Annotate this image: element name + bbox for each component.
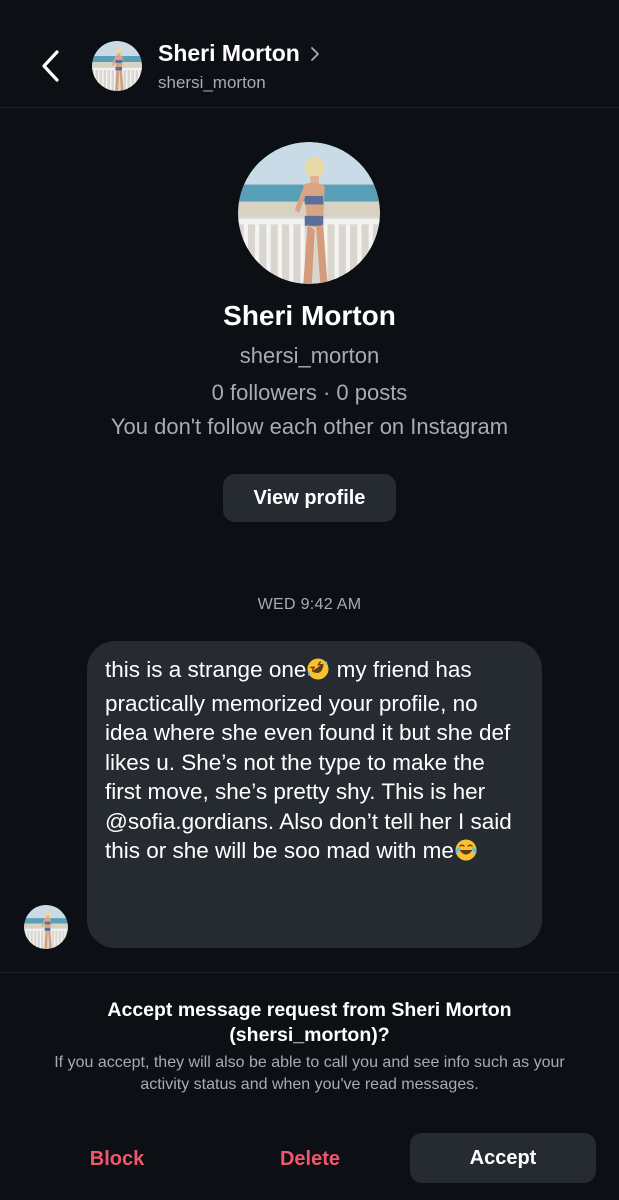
chevron-right-icon bbox=[310, 46, 319, 61]
sender-avatar[interactable] bbox=[24, 905, 68, 949]
footer-divider bbox=[0, 972, 619, 973]
follow-status: You don't follow each other on Instagram bbox=[110, 414, 509, 439]
request-description: If you accept, they will also be able to… bbox=[54, 1054, 565, 1093]
chevron-left-icon bbox=[42, 50, 59, 82]
header-username: shersi_morton bbox=[158, 73, 266, 92]
profile-name: Sheri Morton bbox=[223, 300, 396, 331]
view-profile-button[interactable]: View profile bbox=[223, 474, 396, 522]
back-button[interactable] bbox=[30, 44, 70, 88]
block-button[interactable]: Block bbox=[52, 1136, 182, 1182]
message-text: this is a strange one my friend has prac… bbox=[105, 655, 524, 870]
message-text-part1: this is a strange one bbox=[105, 657, 307, 682]
header-avatar[interactable] bbox=[92, 41, 142, 91]
tears-of-joy-emoji-icon bbox=[454, 838, 478, 870]
header-profile-link[interactable]: Sheri Morton bbox=[158, 40, 320, 67]
accept-button[interactable]: Accept bbox=[410, 1133, 596, 1183]
header-name: Sheri Morton bbox=[158, 40, 300, 66]
delete-button[interactable]: Delete bbox=[245, 1136, 375, 1182]
rolling-on-floor-laughing-emoji-icon bbox=[306, 657, 330, 689]
profile-avatar[interactable] bbox=[238, 142, 380, 284]
profile-username: shersi_morton bbox=[239, 343, 380, 368]
profile-stats: 0 followers · 0 posts bbox=[211, 380, 408, 405]
chat-header: Sheri Morton shersi_morton bbox=[0, 0, 619, 108]
message-bubble[interactable]: this is a strange one my friend has prac… bbox=[87, 641, 542, 948]
message-timestamp: WED 9:42 AM bbox=[257, 596, 362, 613]
dm-request-screen: Sheri Morton shersi_morton Sheri Morton … bbox=[0, 0, 619, 1200]
request-title: Accept message request from Sheri Morton… bbox=[107, 999, 512, 1046]
